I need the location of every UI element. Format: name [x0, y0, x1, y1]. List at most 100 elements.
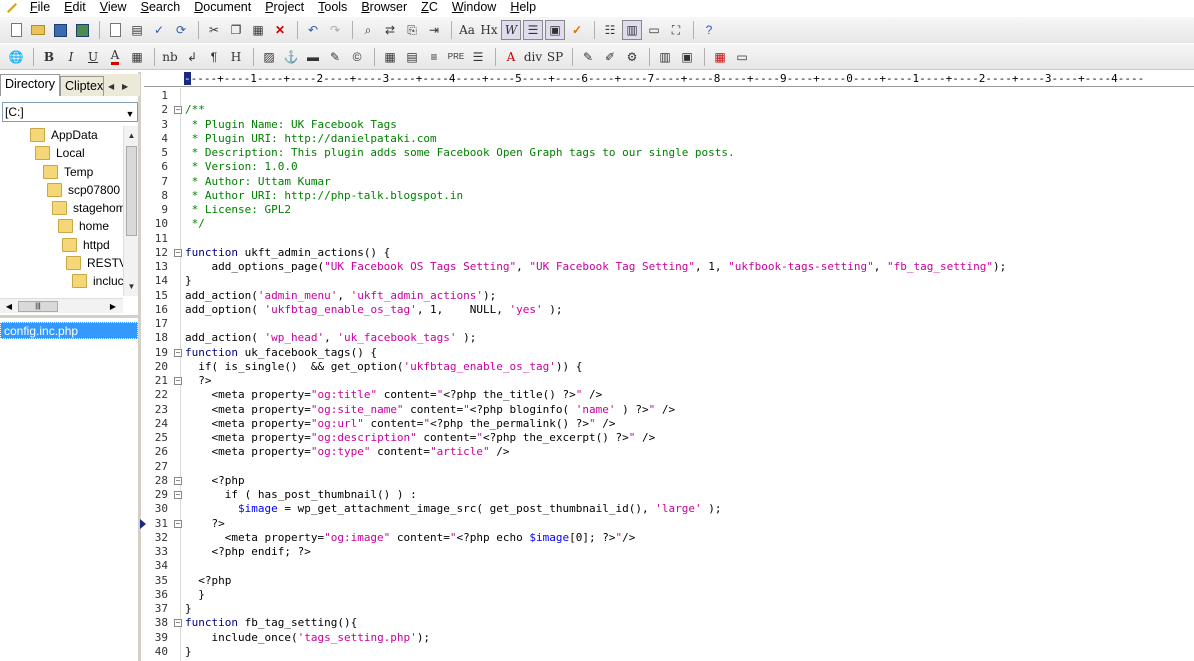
undo-icon[interactable]: ↶ — [303, 20, 323, 40]
menu-item-8[interactable]: ZC — [421, 0, 438, 15]
italic-button[interactable]: I — [61, 47, 81, 67]
drive-select[interactable]: [C:] ▼ — [2, 102, 138, 122]
copyright-icon[interactable]: © — [347, 47, 367, 67]
center-align-icon[interactable]: ≡ — [424, 47, 444, 67]
code-line[interactable]: 36 } — [144, 588, 1194, 602]
code-line[interactable]: 7 * Author: Uttam Kumar — [144, 175, 1194, 189]
code-line[interactable]: 34 — [144, 559, 1194, 573]
window-icon[interactable]: ▭ — [732, 47, 752, 67]
code-line[interactable]: 39 include_once('tags_setting.php'); — [144, 631, 1194, 645]
fullscreen-icon[interactable]: ⛶ — [666, 20, 686, 40]
spell-toggle-icon[interactable]: ▣ — [545, 20, 565, 40]
bold-button[interactable]: B — [39, 47, 59, 67]
tree-vertical-scrollbar[interactable]: ▲ ▼ — [123, 126, 138, 296]
print-preview-icon[interactable] — [105, 20, 125, 40]
redo-icon[interactable]: ↷ — [325, 20, 345, 40]
tidy-icon[interactable]: ✐ — [600, 47, 620, 67]
scroll-left-icon[interactable]: ◀ — [2, 299, 16, 314]
edit-tag-icon[interactable]: ✎ — [325, 47, 345, 67]
menu-item-6[interactable]: Tools — [318, 0, 347, 15]
code-line[interactable]: 14} — [144, 274, 1194, 288]
anchor-button[interactable]: ⚓ — [281, 47, 301, 67]
code-line[interactable]: 33 <?php endif; ?> — [144, 545, 1194, 559]
tree-folder[interactable]: stagehom — [52, 199, 123, 217]
code-line[interactable]: 4 * Plugin URI: http://danielpataki.com — [144, 132, 1194, 146]
tree-folder[interactable]: Local — [35, 144, 85, 162]
menu-item-2[interactable]: View — [100, 0, 127, 15]
table-icon[interactable]: ▦ — [380, 47, 400, 67]
tree-folder[interactable]: Temp — [43, 163, 93, 181]
fold-toggle-icon[interactable]: − — [174, 519, 182, 528]
save-icon[interactable] — [50, 20, 70, 40]
panel-splitter[interactable] — [0, 315, 138, 318]
file-tree-toggle-icon[interactable]: ▥ — [622, 20, 642, 40]
code-line[interactable]: 30 $image = wp_get_attachment_image_src(… — [144, 502, 1194, 516]
print-icon[interactable]: ▤ — [127, 20, 147, 40]
tools-icon[interactable]: ⚙ — [622, 47, 642, 67]
tab-directory[interactable]: Directory — [0, 74, 61, 96]
grid-icon[interactable]: ▦ — [710, 47, 730, 67]
copy-icon[interactable]: ❐ — [226, 20, 246, 40]
hex-edit-icon[interactable]: Hx — [479, 20, 499, 40]
code-line[interactable]: 26 <meta property="og:type" content="art… — [144, 445, 1194, 459]
code-line[interactable]: 16 add_option( 'ukfbtag_enable_os_tag', 1… — [144, 303, 1194, 317]
code-line[interactable]: 12− function ukft_admin_actions() { — [144, 246, 1194, 260]
div-button[interactable]: div — [523, 47, 543, 67]
panel-right-icon[interactable]: ▣ — [677, 47, 697, 67]
code-line[interactable]: 11 — [144, 232, 1194, 246]
code-line[interactable]: 15 add_action('admin_menu', 'ukft_admin_a… — [144, 289, 1194, 303]
scroll-thumb[interactable] — [126, 146, 137, 236]
code-line[interactable]: 28− <?php — [144, 474, 1194, 488]
code-line[interactable]: 1 — [144, 89, 1194, 103]
menu-item-1[interactable]: Edit — [64, 0, 86, 15]
code-line[interactable]: 25 <meta property="og:description" conte… — [144, 431, 1194, 445]
find-icon[interactable]: ⌕ — [358, 20, 378, 40]
code-line[interactable]: 40} — [144, 645, 1194, 659]
tree-folder[interactable]: httpd — [62, 236, 110, 254]
fold-toggle-icon[interactable]: − — [174, 348, 182, 357]
code-line[interactable]: 27 — [144, 460, 1194, 474]
code-editor[interactable]: -----+----1----+----2----+----3----+----… — [140, 72, 1194, 661]
menu-item-7[interactable]: Browser — [361, 0, 407, 15]
spellcheck-icon[interactable]: ✓ — [149, 20, 169, 40]
scroll-right-icon[interactable]: ▶ — [106, 299, 120, 314]
code-line[interactable]: 31− ?> — [140, 517, 1194, 531]
delete-icon[interactable]: ✕ — [270, 20, 290, 40]
tree-horizontal-scrollbar[interactable]: ◀ ||| ▶ — [0, 298, 123, 313]
save-all-icon[interactable] — [72, 20, 92, 40]
list-icon[interactable]: ☰ — [468, 47, 488, 67]
menu-item-9[interactable]: Window — [452, 0, 496, 15]
code-line[interactable]: 37} — [144, 602, 1194, 616]
line-break-button[interactable]: ↲ — [182, 47, 202, 67]
refresh-icon[interactable]: ⟳ — [171, 20, 191, 40]
code-line[interactable]: 9 * License: GPL2 — [144, 203, 1194, 217]
tree-folder[interactable]: incluc — [72, 272, 123, 290]
check-icon[interactable]: ✓ — [567, 20, 587, 40]
output-window-icon[interactable]: ▭ — [644, 20, 664, 40]
image-icon[interactable]: ▨ — [259, 47, 279, 67]
code-line[interactable]: 10 */ — [144, 217, 1194, 231]
fold-toggle-icon[interactable]: − — [174, 106, 182, 115]
menu-item-0[interactable]: File — [30, 0, 50, 15]
code-line[interactable]: 24 <meta property="og:url" content="<?ph… — [144, 417, 1194, 431]
word-wrap-icon[interactable]: W — [501, 20, 521, 40]
underline-button[interactable]: U — [83, 47, 103, 67]
code-line[interactable]: 32 <meta property="og:image" content="<?… — [144, 531, 1194, 545]
color-palette-icon[interactable]: ▦ — [127, 47, 147, 67]
code-line[interactable]: 8 * Author URI: http://php-talk.blogspot… — [144, 189, 1194, 203]
scroll-up-icon[interactable]: ▲ — [124, 128, 139, 143]
style-icon[interactable]: A — [501, 47, 521, 67]
code-line[interactable]: 19− function uk_facebook_tags() { — [144, 346, 1194, 360]
browser-globe-icon[interactable]: 🌐 — [6, 47, 26, 67]
tab-cliptext[interactable]: Cliptex — [60, 76, 105, 96]
code-line[interactable]: 35 <?php — [144, 574, 1194, 588]
open-file-icon[interactable] — [28, 20, 48, 40]
menu-item-5[interactable]: Project — [265, 0, 304, 15]
menu-item-3[interactable]: Search — [141, 0, 181, 15]
panel-left-icon[interactable]: ▥ — [655, 47, 675, 67]
tab-scroll-left-icon[interactable]: ◀ — [104, 79, 118, 93]
paste-icon[interactable]: ▦ — [248, 20, 268, 40]
cut-icon[interactable]: ✂ — [204, 20, 224, 40]
tree-folder[interactable]: RESTVI — [66, 254, 123, 272]
fold-toggle-icon[interactable]: − — [174, 476, 182, 485]
